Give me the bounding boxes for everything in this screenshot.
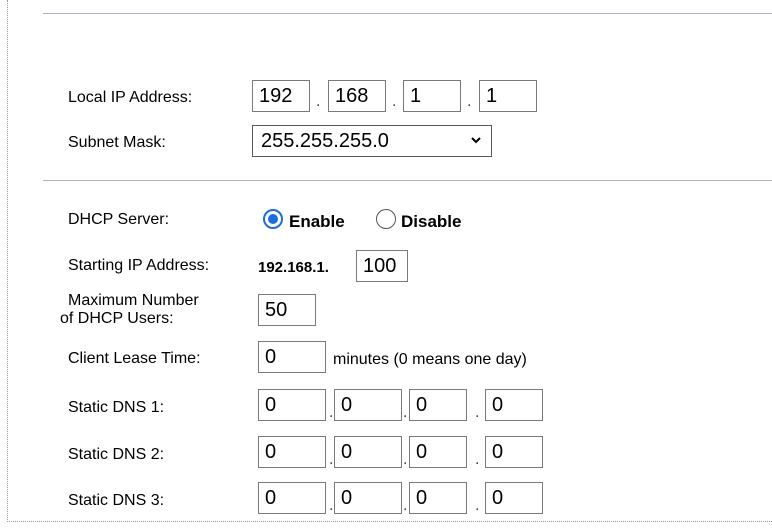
- ip-separator: .: [467, 93, 472, 110]
- local-ip-octet-3[interactable]: [403, 80, 461, 112]
- local-ip-octet-1[interactable]: [252, 80, 310, 112]
- enable-label[interactable]: Enable: [289, 212, 345, 232]
- dhcp-server-label: DHCP Server:: [68, 211, 170, 228]
- section-divider: [43, 180, 772, 181]
- max-users-input[interactable]: [258, 294, 316, 326]
- local-ip-octet-4[interactable]: [479, 80, 537, 112]
- local-ip-octet-2[interactable]: [328, 80, 386, 112]
- subnet-mask-select[interactable]: 255.255.255.0: [252, 125, 492, 157]
- max-users-label-line2: of DHCP Users:: [60, 310, 174, 327]
- subnet-mask-value: 255.255.255.0: [261, 130, 389, 152]
- starting-ip-input[interactable]: [356, 250, 408, 282]
- ip-separator: .: [329, 497, 334, 514]
- dns1-octet-4[interactable]: [485, 389, 543, 421]
- dns1-octet-3[interactable]: [409, 389, 467, 421]
- top-divider: [43, 13, 772, 14]
- starting-ip-prefix: 192.168.1.: [258, 259, 329, 276]
- ip-separator: .: [403, 451, 408, 468]
- chevron-down-icon: [471, 137, 481, 144]
- ip-separator: .: [329, 451, 334, 468]
- max-users-label-line1: Maximum Number: [68, 292, 199, 309]
- dns1-octet-2[interactable]: [334, 389, 402, 421]
- disable-label[interactable]: Disable: [401, 212, 461, 232]
- dns3-octet-1[interactable]: [258, 482, 326, 514]
- enable-radio[interactable]: [263, 209, 283, 229]
- ip-separator: .: [316, 93, 321, 110]
- dns3-octet-2[interactable]: [334, 482, 402, 514]
- ip-separator: .: [475, 451, 480, 468]
- lease-time-input[interactable]: [258, 341, 326, 373]
- dns2-octet-1[interactable]: [258, 436, 326, 468]
- static-dns-1-label: Static DNS 1:: [68, 399, 165, 416]
- ip-separator: .: [392, 93, 397, 110]
- ip-separator: .: [403, 497, 408, 514]
- dns2-octet-4[interactable]: [485, 436, 543, 468]
- lease-time-label: Client Lease Time:: [68, 350, 201, 367]
- static-dns-2-label: Static DNS 2:: [68, 446, 165, 463]
- dns3-octet-3[interactable]: [409, 482, 467, 514]
- dns2-octet-3[interactable]: [409, 436, 467, 468]
- disable-radio[interactable]: [376, 209, 396, 229]
- ip-separator: .: [329, 404, 334, 421]
- ip-separator: .: [475, 497, 480, 514]
- starting-ip-label: Starting IP Address:: [68, 257, 210, 274]
- local-ip-label: Local IP Address:: [68, 89, 193, 106]
- ip-separator: .: [403, 404, 408, 421]
- subnet-mask-label: Subnet Mask:: [68, 134, 166, 151]
- lease-time-hint: minutes (0 means one day): [333, 351, 527, 368]
- dns1-octet-1[interactable]: [258, 389, 326, 421]
- ip-separator: .: [475, 404, 480, 421]
- static-dns-3-label: Static DNS 3:: [68, 492, 165, 509]
- dns2-octet-2[interactable]: [334, 436, 402, 468]
- dns3-octet-4[interactable]: [485, 482, 543, 514]
